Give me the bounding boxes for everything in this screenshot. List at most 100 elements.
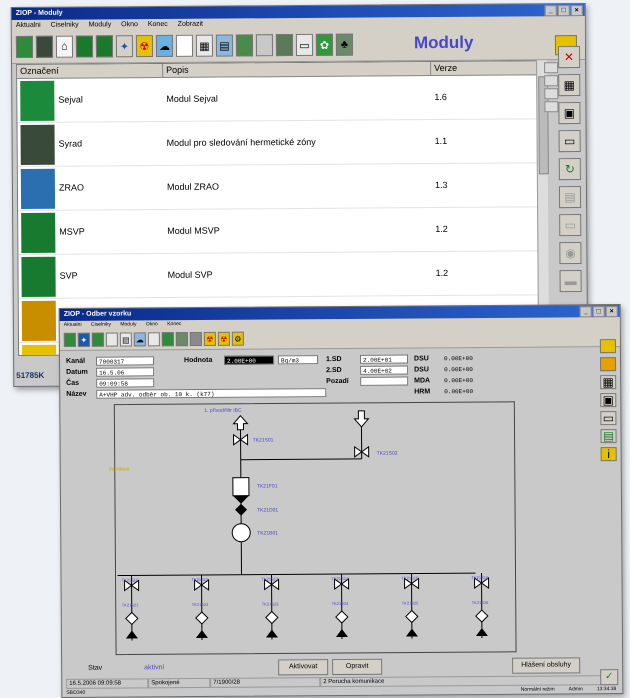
calendar-icon[interactable]: ▣: [600, 393, 617, 408]
menu-item[interactable]: Okno: [146, 321, 158, 327]
menu-item[interactable]: Ciselniky: [51, 22, 79, 29]
right-toolbar: ▦ ▣ ▭ ▤ i: [599, 339, 619, 462]
module-sejval-icon[interactable]: [15, 35, 34, 58]
unit-field[interactable]: Bq/m3: [277, 355, 319, 365]
menu-item[interactable]: Ciselniky: [91, 322, 111, 328]
sample-icon[interactable]: [189, 331, 202, 347]
column-header-version[interactable]: Verze: [431, 61, 538, 76]
repair-button[interactable]: Opravit: [332, 658, 383, 676]
column-header-code[interactable]: Označení: [17, 63, 164, 78]
radiation-icon[interactable]: ☢: [203, 331, 216, 346]
table-row[interactable]: MSVP Modul MSVP 1.2: [18, 207, 539, 255]
view-switcher: [544, 62, 559, 113]
window-list-icon[interactable]: ▭: [558, 130, 581, 153]
close-button[interactable]: ×: [605, 306, 618, 318]
sd2-field[interactable]: 4.00E+02: [360, 365, 409, 375]
refresh-icon[interactable]: ↻: [558, 158, 581, 181]
document-icon[interactable]: [175, 34, 194, 57]
top-valve-label: TK21S01: [253, 437, 274, 443]
weather-icon[interactable]: ☁: [133, 332, 146, 347]
view-button[interactable]: [544, 62, 559, 74]
delete-icon[interactable]: ✕: [557, 46, 581, 69]
tree-icon[interactable]: ♣: [335, 33, 354, 56]
close-button[interactable]: ×: [570, 5, 583, 17]
table-row[interactable]: ZRAO Modul ZRAO 1.3: [17, 163, 539, 211]
branch-tag-label: TK21S22: [192, 602, 209, 607]
menu-item[interactable]: Konec: [167, 321, 181, 327]
menu-item[interactable]: Zobrazit: [178, 21, 203, 28]
table-view-icon[interactable]: ▦: [558, 74, 581, 97]
msvp-icon: [21, 212, 56, 253]
date-field[interactable]: 16.5.06: [96, 367, 155, 377]
chart-icon[interactable]: ▤: [119, 332, 132, 347]
leaf-icon[interactable]: [161, 332, 174, 347]
chart-icon[interactable]: ▤: [215, 34, 234, 57]
alarm-icon[interactable]: ⚙: [231, 331, 244, 346]
right-toolbar: ✕ ▦ ▣ ▭ ↻ ▤ ▭ ◉ ▬: [557, 46, 584, 293]
radiation-alt-icon[interactable]: ☢: [217, 331, 230, 346]
tank-icon[interactable]: [231, 523, 251, 543]
table-icon[interactable]: ▦: [195, 34, 214, 57]
weather-icon[interactable]: ☁: [155, 34, 174, 57]
document-icon[interactable]: [105, 332, 118, 347]
view-button[interactable]: [544, 88, 559, 100]
page-icon[interactable]: [147, 332, 160, 347]
time-field[interactable]: 09:09:58: [96, 378, 155, 388]
dsu2-label: DSU: [414, 366, 429, 374]
activate-button[interactable]: Aktivovat: [278, 659, 329, 676]
building-icon[interactable]: [275, 34, 294, 57]
table-row[interactable]: SVP Modul SVP 1.2: [18, 251, 539, 299]
module-sejval-icon[interactable]: [63, 332, 76, 347]
menu-item[interactable]: Konec: [148, 21, 168, 28]
operator-report-button[interactable]: Hlášení obsluhy: [512, 657, 581, 674]
print-disabled-icon[interactable]: ▭: [559, 214, 582, 237]
minimize-button[interactable]: _: [544, 5, 557, 17]
maximize-button[interactable]: □: [592, 306, 605, 318]
branch-valve-label: TK21S11: [122, 577, 139, 582]
leaf-icon[interactable]: ✿: [315, 33, 334, 56]
map-icon[interactable]: [235, 34, 254, 57]
module-svp-icon[interactable]: [95, 35, 114, 58]
key-icon[interactable]: [599, 339, 616, 354]
filter-icon[interactable]: [232, 477, 250, 497]
module-msvp-icon[interactable]: [91, 332, 104, 347]
name-field[interactable]: A+VHP adv. odběr ob. 10 k. (k77): [96, 388, 327, 399]
menu-item[interactable]: Moduly: [89, 21, 112, 28]
channel-field[interactable]: 7000317: [95, 356, 155, 366]
module-zrao-icon[interactable]: ⌂: [55, 35, 74, 58]
view-button[interactable]: [544, 75, 559, 87]
table-row[interactable]: Sejval Modul Sejval 1.6: [17, 75, 538, 123]
column-header-description[interactable]: Popis: [163, 62, 432, 77]
value-field[interactable]: 2.00E+00: [223, 355, 275, 365]
tools-icon[interactable]: ✦: [115, 35, 134, 58]
menu-item[interactable]: Moduly: [120, 321, 136, 327]
maximize-button[interactable]: □: [557, 5, 570, 17]
export-disabled-icon[interactable]: ▬: [559, 270, 582, 293]
modules-window-title: ZIOP - Moduly: [15, 9, 63, 17]
module-msvp-icon[interactable]: [75, 35, 94, 58]
settings-disabled-icon[interactable]: ◉: [559, 242, 582, 265]
menu-item[interactable]: Aktualni: [16, 22, 41, 29]
module-syrad-icon[interactable]: [35, 35, 54, 58]
table-view-icon[interactable]: ▦: [600, 375, 617, 390]
window-icon[interactable]: ▭: [295, 33, 314, 57]
tools-icon[interactable]: ✦: [77, 332, 90, 347]
export-icon[interactable]: ▤: [600, 429, 617, 444]
background-field[interactable]: [360, 376, 409, 386]
menu-item[interactable]: Okno: [121, 21, 138, 28]
chart-disabled-icon[interactable]: ▤: [558, 186, 582, 209]
radiation-icon[interactable]: ☢: [135, 35, 154, 58]
sd1-field[interactable]: 2.00E+01: [359, 354, 409, 364]
menu-item[interactable]: Aktualni: [64, 322, 82, 328]
building-icon[interactable]: [175, 332, 188, 347]
mda-label: MDA: [414, 377, 431, 385]
sample-icon[interactable]: [255, 34, 274, 57]
window-list-icon[interactable]: ▭: [600, 411, 617, 426]
confirm-icon[interactable]: ✓: [600, 669, 619, 686]
table-row[interactable]: Syrad Modul pro sledování hermetické zóny…: [17, 119, 538, 167]
minimize-button[interactable]: _: [579, 306, 592, 318]
view-button[interactable]: [544, 101, 559, 113]
info-icon[interactable]: i: [600, 447, 617, 462]
calendar-icon[interactable]: ▣: [558, 102, 581, 125]
pencil-icon[interactable]: [600, 357, 617, 372]
